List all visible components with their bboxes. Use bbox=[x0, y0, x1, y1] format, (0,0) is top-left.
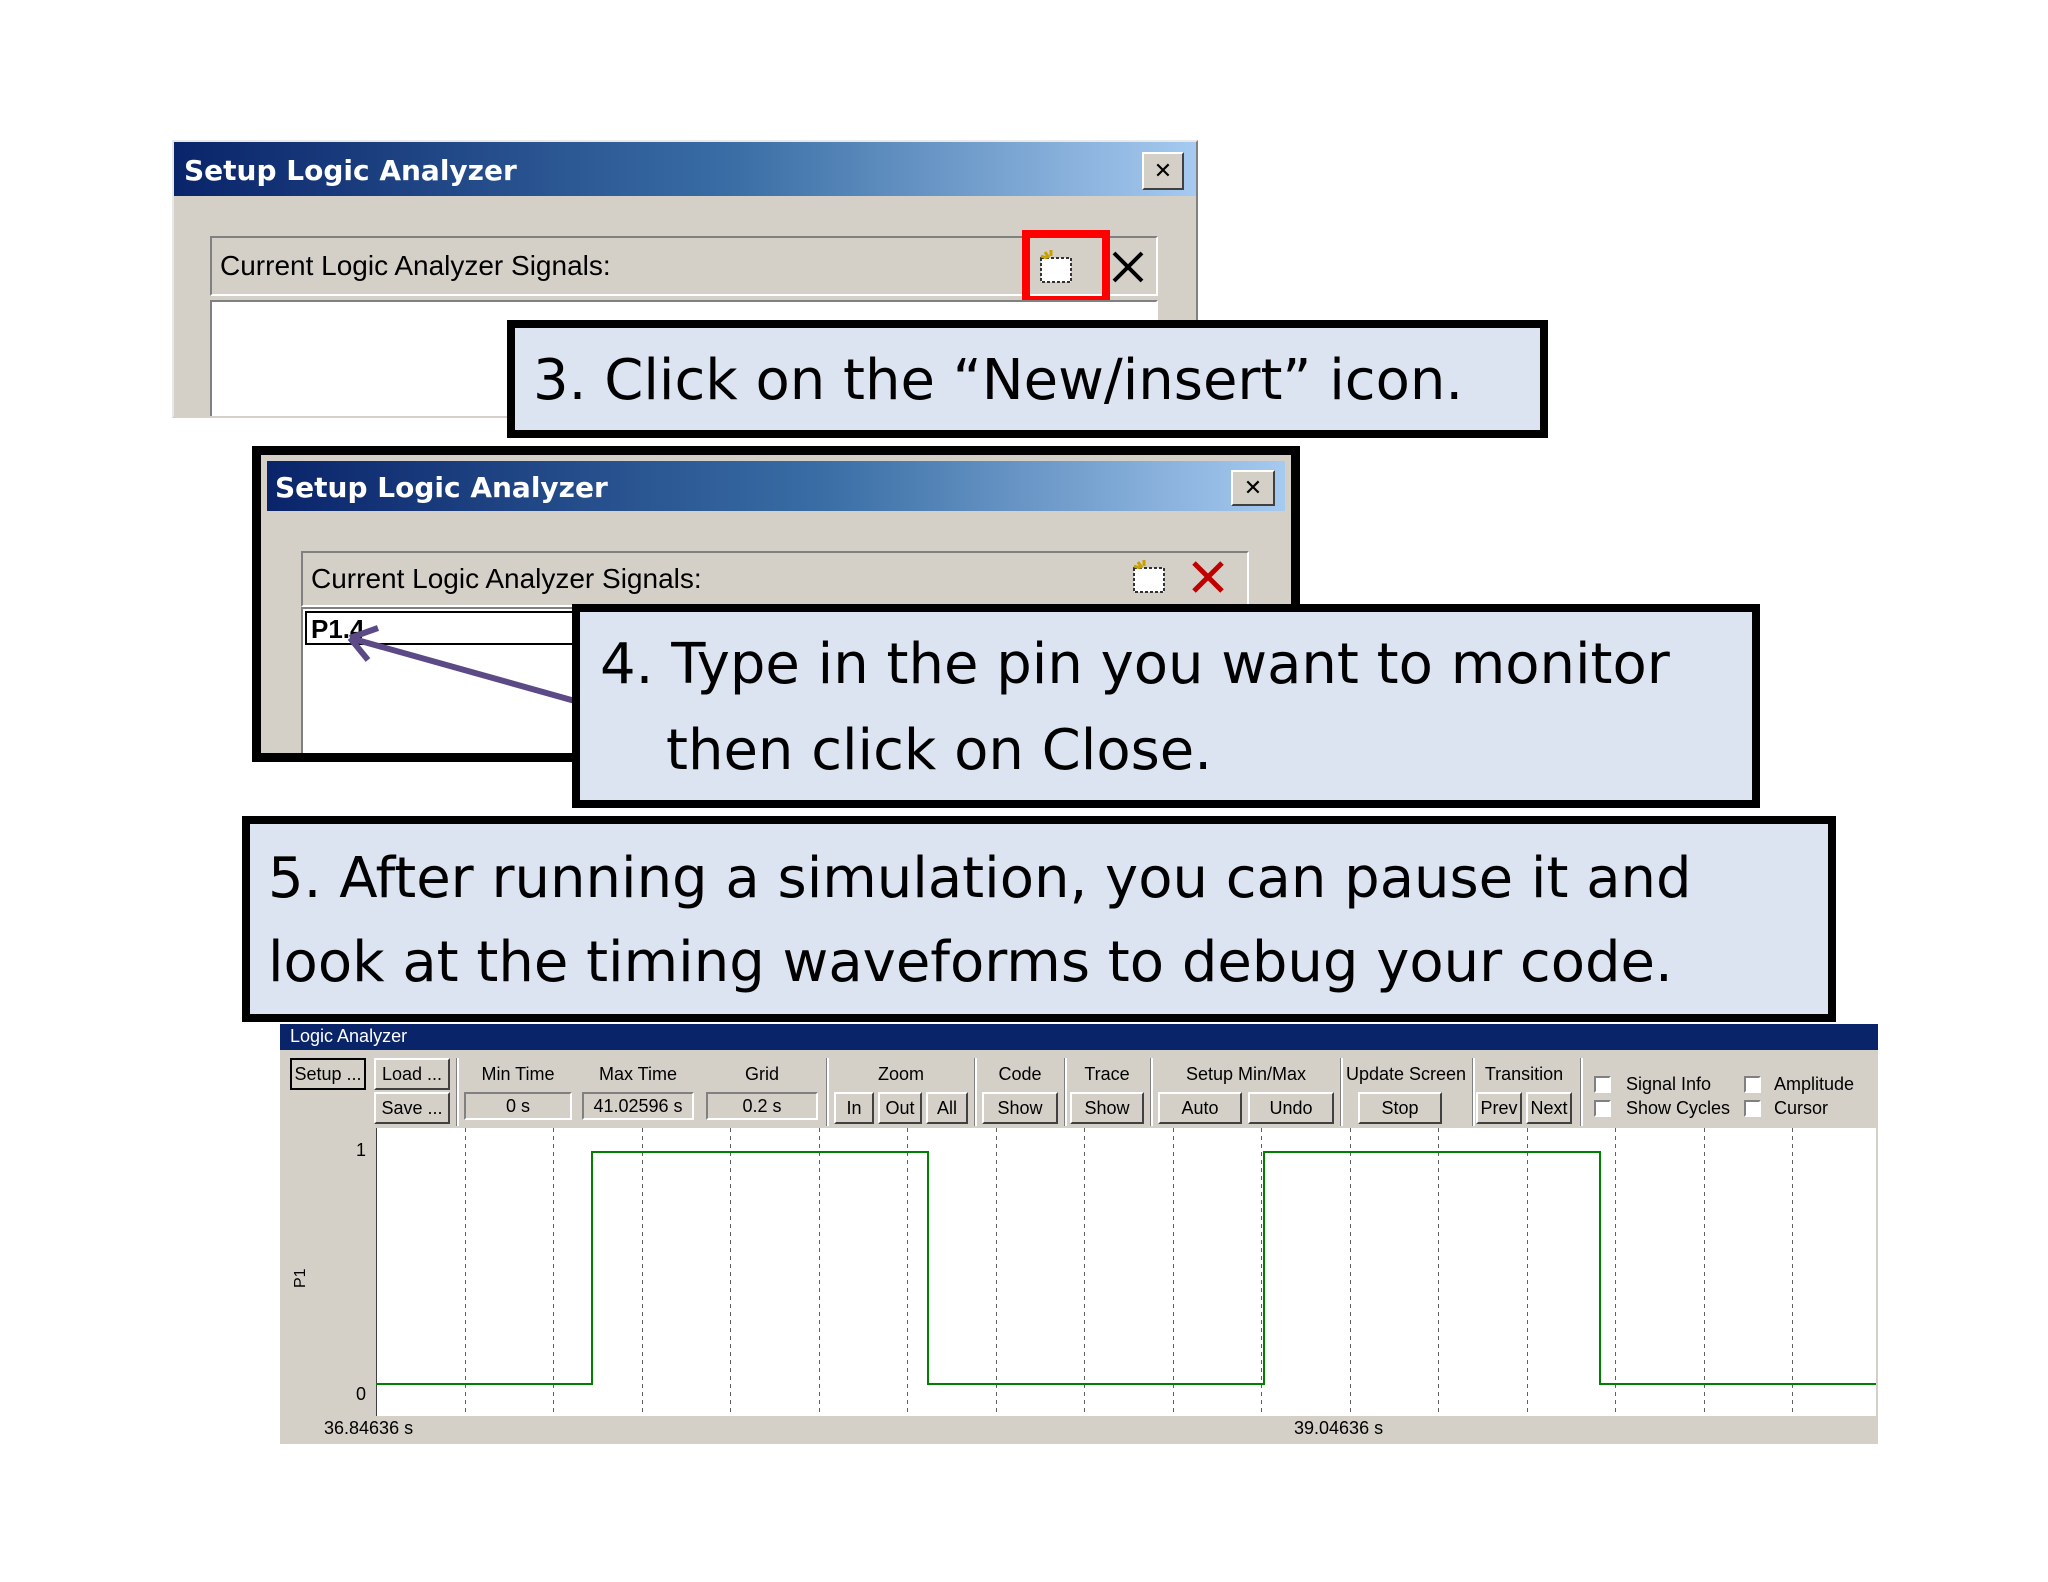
dialog-2-title: Setup Logic Analyzer bbox=[275, 471, 608, 504]
logic-analyzer-titlebar[interactable]: Logic Analyzer bbox=[280, 1024, 1878, 1050]
y-axis-low-label: 0 bbox=[355, 1384, 366, 1404]
delete-icon[interactable] bbox=[1106, 242, 1150, 292]
grid-label: Grid bbox=[744, 1064, 779, 1084]
transition-label: Transition bbox=[1484, 1064, 1564, 1084]
max-time-label: Max Time bbox=[598, 1064, 677, 1084]
code-label: Code bbox=[998, 1064, 1042, 1084]
close-icon: ✕ bbox=[1153, 158, 1173, 184]
dialog-1-signals-label: Current Logic Analyzer Signals: bbox=[220, 250, 611, 281]
time-mid-label: 39.04636 s bbox=[1294, 1418, 1384, 1438]
close-icon: ✕ bbox=[1243, 475, 1263, 501]
show-cycles-label: Show Cycles bbox=[1626, 1098, 1731, 1118]
code-show-label: Show bbox=[997, 1097, 1043, 1118]
callout-step-5-line-2: look at the timing waveforms to debug yo… bbox=[268, 930, 1673, 995]
load-button[interactable]: Load ... bbox=[374, 1058, 450, 1090]
dialog-1-titlebar[interactable]: Setup Logic Analyzer ✕ bbox=[174, 142, 1196, 196]
next-button[interactable]: Next bbox=[1526, 1092, 1572, 1124]
callout-step-4-line-2: then click on Close. bbox=[666, 718, 1213, 783]
setup-button[interactable]: Setup ... bbox=[290, 1058, 366, 1090]
toolbar-separator bbox=[1150, 1058, 1153, 1126]
min-time-value: 0 s bbox=[505, 1095, 530, 1116]
setup-minmax-label: Setup Min/Max bbox=[1185, 1064, 1307, 1084]
dialog-1-title: Setup Logic Analyzer bbox=[184, 154, 517, 187]
zoom-out-label: Out bbox=[885, 1097, 915, 1118]
zoom-label: Zoom bbox=[877, 1064, 924, 1084]
toolbar-separator bbox=[1064, 1058, 1067, 1126]
signal-info-label: Signal Info bbox=[1626, 1074, 1712, 1094]
zoom-all-button[interactable]: All bbox=[926, 1092, 968, 1124]
max-time-field: 41.02596 s bbox=[582, 1092, 694, 1120]
undo-button-label: Undo bbox=[1269, 1097, 1313, 1118]
undo-button[interactable]: Undo bbox=[1248, 1092, 1334, 1124]
amplitude-checkbox[interactable] bbox=[1744, 1076, 1761, 1093]
callout-step-4: 4. Type in the pin you want to monitor t… bbox=[572, 604, 1760, 808]
dialog-1-signals-header: Current Logic Analyzer Signals: bbox=[210, 236, 1158, 296]
y-axis-high-label: 1 bbox=[355, 1140, 366, 1160]
code-show-button[interactable]: Show bbox=[982, 1092, 1058, 1124]
dialog-2-close-button[interactable]: ✕ bbox=[1231, 470, 1275, 506]
callout-step-3: 3. Click on the “New/insert” icon. bbox=[507, 320, 1548, 438]
highlight-box bbox=[1022, 230, 1110, 304]
waveform-svg bbox=[376, 1128, 1876, 1416]
pointer-arrow bbox=[347, 625, 601, 711]
dialog-2-signals-label: Current Logic Analyzer Signals: bbox=[311, 563, 702, 594]
min-time-field: 0 s bbox=[464, 1092, 572, 1120]
next-button-label: Next bbox=[1530, 1097, 1568, 1118]
prev-button-label: Prev bbox=[1480, 1097, 1518, 1118]
signal-name-panel: 1 P1 0 bbox=[282, 1128, 377, 1416]
toolbar-separator bbox=[826, 1058, 829, 1126]
p1-waveform bbox=[376, 1151, 1876, 1385]
signal-info-checkbox[interactable] bbox=[1594, 1076, 1611, 1093]
callout-step-5-line-1: 5. After running a simulation, you can p… bbox=[268, 846, 1692, 911]
min-time-label: Min Time bbox=[481, 1064, 555, 1084]
max-time-value: 41.02596 s bbox=[593, 1095, 683, 1116]
toolbar-separator bbox=[456, 1058, 459, 1126]
trace-show-label: Show bbox=[1084, 1097, 1130, 1118]
signal-name-label: P1 bbox=[292, 1268, 309, 1288]
logic-analyzer-window: Logic Analyzer Setup ... Load ... Save .… bbox=[280, 1024, 1878, 1444]
show-cycles-checkbox[interactable] bbox=[1594, 1100, 1611, 1117]
callout-step-3-text: 3. Click on the “New/insert” icon. bbox=[533, 348, 1464, 413]
cursor-checkbox[interactable] bbox=[1744, 1100, 1761, 1117]
dialog-1-close-button[interactable]: ✕ bbox=[1142, 152, 1184, 190]
zoom-all-label: All bbox=[936, 1097, 957, 1118]
stop-button-label: Stop bbox=[1381, 1097, 1419, 1118]
callout-step-4-line-1: 4. Type in the pin you want to monitor bbox=[600, 632, 1670, 697]
stop-button[interactable]: Stop bbox=[1358, 1092, 1442, 1124]
setup-button-label: Setup ... bbox=[294, 1063, 362, 1084]
trace-label: Trace bbox=[1084, 1064, 1130, 1084]
dialog-2-signals-header: Current Logic Analyzer Signals: bbox=[301, 551, 1249, 607]
delete-icon-glyph bbox=[1112, 251, 1144, 283]
auto-button[interactable]: Auto bbox=[1158, 1092, 1242, 1124]
update-screen-label: Update Screen bbox=[1345, 1064, 1467, 1084]
prev-button[interactable]: Prev bbox=[1476, 1092, 1522, 1124]
trace-show-button[interactable]: Show bbox=[1070, 1092, 1144, 1124]
new-insert-icon[interactable] bbox=[1125, 553, 1175, 601]
zoom-out-button[interactable]: Out bbox=[878, 1092, 922, 1124]
auto-button-label: Auto bbox=[1181, 1097, 1219, 1118]
logic-analyzer-title: Logic Analyzer bbox=[290, 1026, 408, 1046]
zoom-in-button[interactable]: In bbox=[834, 1092, 874, 1124]
grid-field: 0.2 s bbox=[706, 1092, 818, 1120]
time-axis: 36.84636 s 39.04636 s bbox=[280, 1416, 1878, 1444]
delete-icon[interactable] bbox=[1183, 553, 1233, 601]
dialog-2-titlebar[interactable]: Setup Logic Analyzer ✕ bbox=[267, 461, 1285, 511]
zoom-in-label: In bbox=[846, 1097, 862, 1118]
toolbar-separator bbox=[974, 1058, 977, 1126]
callout-step-5: 5. After running a simulation, you can p… bbox=[242, 816, 1836, 1022]
save-button-label: Save ... bbox=[381, 1097, 443, 1118]
delete-icon-glyph bbox=[1192, 561, 1224, 593]
grid-value: 0.2 s bbox=[742, 1095, 782, 1116]
waveform-plot[interactable] bbox=[376, 1128, 1876, 1416]
new-insert-icon-glyph bbox=[1133, 560, 1165, 593]
cursor-label: Cursor bbox=[1774, 1098, 1829, 1118]
amplitude-label: Amplitude bbox=[1774, 1074, 1855, 1094]
toolbar-separator bbox=[1472, 1058, 1475, 1126]
save-button[interactable]: Save ... bbox=[374, 1092, 450, 1124]
time-start-label: 36.84636 s bbox=[324, 1418, 414, 1438]
toolbar-separator bbox=[1580, 1058, 1583, 1126]
load-button-label: Load ... bbox=[381, 1063, 443, 1084]
